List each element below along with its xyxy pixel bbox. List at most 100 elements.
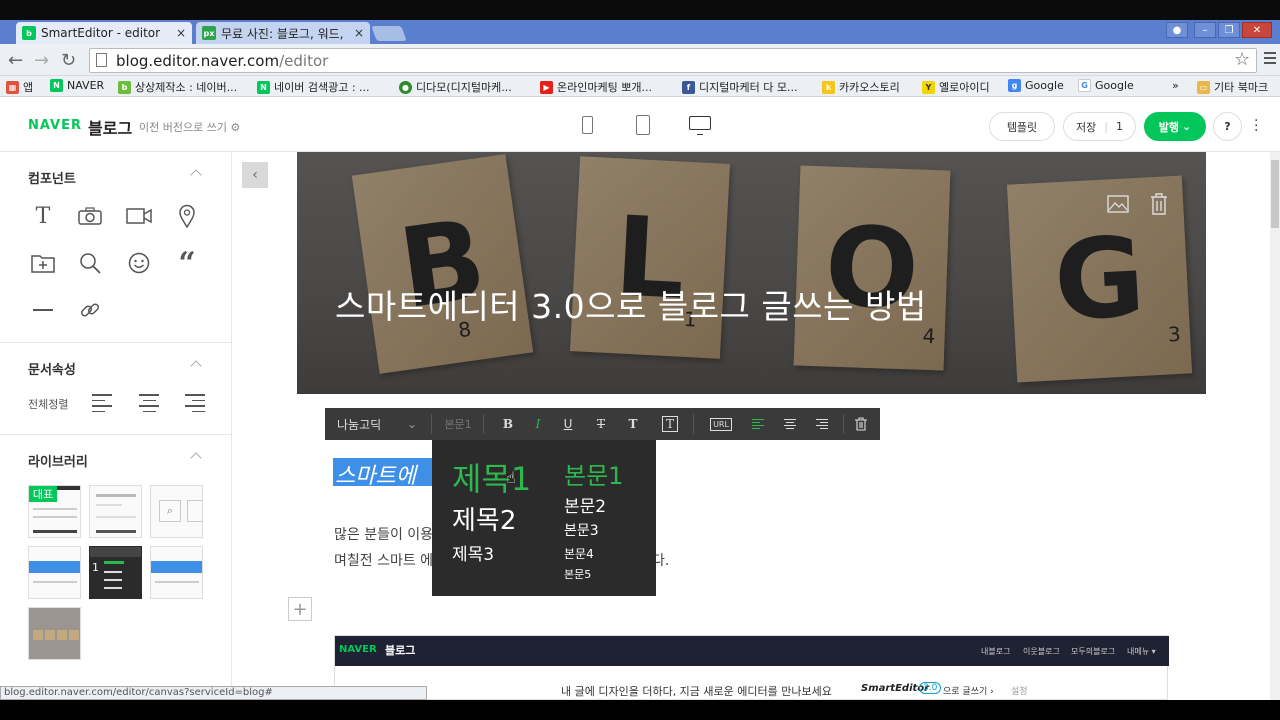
font-color-button[interactable]: T	[622, 408, 644, 440]
bookmark-apps[interactable]: ▦ 앱	[6, 79, 33, 95]
doc-props-title: 문서속성	[28, 363, 76, 378]
template-button[interactable]: 템플릿	[989, 112, 1055, 141]
sidebar-divider	[0, 434, 232, 435]
gear-icon: ⚙	[230, 121, 241, 134]
embedded-image[interactable]: NAVER 블로그 내블로그 이웃블로그 모두의블로그 내메뉴 ▾ 내 글에 디…	[334, 635, 1169, 700]
menu-icon[interactable]	[1264, 52, 1276, 67]
person-icon[interactable]: ●	[1166, 22, 1188, 38]
blog-logo[interactable]: 블로그	[88, 115, 132, 139]
restore-icon[interactable]: ❐	[1218, 22, 1240, 38]
style-option-heading3[interactable]: 제목3	[452, 540, 494, 565]
emoji-icon[interactable]	[124, 248, 154, 278]
mobile-view-icon[interactable]	[582, 116, 593, 134]
style-option-body2[interactable]: 본문2	[564, 492, 606, 517]
blog-icon: b	[118, 80, 131, 94]
prev-version-link[interactable]: 이전 버전으로 쓰기 ⚙	[139, 119, 240, 135]
library-thumbnail[interactable]: ⌕	[150, 485, 203, 538]
tab-strip	[0, 20, 1280, 44]
selected-text[interactable]: 스마트에	[333, 458, 433, 486]
google-icon: g	[1008, 79, 1021, 92]
bookmark-sangsang[interactable]: b 상상제작소 : 네이버...	[118, 79, 237, 95]
bookmark-marketer[interactable]: f 디지털마케터 다 모...	[682, 79, 797, 95]
new-tab-button[interactable]	[371, 26, 407, 41]
link-button[interactable]: URL	[707, 408, 735, 440]
collapse-sidebar-button[interactable]: ‹	[242, 162, 268, 188]
tab-title: 무료 사진: 블로그, 워드,	[221, 26, 344, 41]
image-icon[interactable]	[1107, 195, 1129, 217]
forward-icon[interactable]: →	[34, 50, 49, 71]
close-icon[interactable]: ×	[176, 26, 186, 40]
tablet-view-icon[interactable]	[636, 115, 650, 135]
bookmark-google-1[interactable]: g Google	[1008, 79, 1064, 92]
style-select[interactable]: 본문1	[437, 408, 479, 440]
link-icon[interactable]	[75, 295, 105, 325]
library-thumbnail[interactable]	[150, 546, 203, 599]
video-icon[interactable]	[124, 201, 154, 231]
bookmark-online[interactable]: ▶ 온라인마케팅 뽀개...	[540, 79, 652, 95]
address-bar[interactable]: blog.editor.naver.com/editor	[89, 48, 1257, 73]
bookmark-naver[interactable]: N NAVER	[50, 79, 104, 92]
help-button[interactable]: ?	[1213, 112, 1242, 141]
reload-icon[interactable]: ↻	[61, 50, 76, 71]
align-right-icon[interactable]	[185, 394, 205, 412]
naver-logo[interactable]: NAVER	[28, 118, 82, 133]
quote-icon[interactable]: “	[172, 246, 202, 281]
style-option-heading1[interactable]: 제목1	[452, 454, 531, 500]
location-icon[interactable]	[172, 201, 202, 231]
bookmark-didamo[interactable]: ● 디다모(디지털마케...	[399, 79, 512, 95]
align-right-icon[interactable]	[813, 408, 831, 440]
style-option-heading2[interactable]: 제목2	[452, 500, 516, 537]
publish-button[interactable]: 발행 ⌄	[1144, 112, 1206, 141]
library-thumbnail[interactable]: 대표	[28, 485, 81, 538]
align-center-icon[interactable]	[139, 394, 159, 412]
folder-add-icon[interactable]	[28, 248, 58, 278]
bookmark-searchad[interactable]: N 네이버 검색광고 : ...	[257, 79, 370, 95]
paragraph-2[interactable]: 며칠전 스마트 에	[334, 550, 433, 570]
search-icon[interactable]	[75, 248, 105, 278]
post-title[interactable]: 스마트에디터 3.0으로 블로그 글쓰는 방법	[335, 280, 927, 328]
underline-button[interactable]: U	[557, 408, 579, 440]
font-select[interactable]: 나눔고딕 ⌄	[331, 408, 423, 440]
pc-view-icon[interactable]	[689, 116, 711, 130]
library-thumbnail[interactable]	[89, 485, 142, 538]
close-icon[interactable]: ×	[354, 26, 364, 40]
paragraph-1[interactable]: 많은 분들이 이용	[334, 524, 433, 544]
align-center-icon[interactable]	[781, 408, 799, 440]
save-button[interactable]: 저장 | 1	[1063, 112, 1136, 141]
minimize-icon[interactable]: –	[1194, 22, 1216, 38]
trash-icon[interactable]	[1150, 193, 1168, 219]
trash-icon[interactable]	[852, 408, 870, 440]
library-thumbnail[interactable]	[28, 607, 81, 660]
close-window-icon[interactable]: ✕	[1242, 22, 1272, 38]
align-left-icon[interactable]	[92, 394, 112, 412]
style-option-body3[interactable]: 본문3	[564, 520, 599, 540]
cover-image[interactable]: B8 L1 O4 G3	[297, 152, 1206, 394]
add-component-button[interactable]: +	[288, 597, 312, 621]
library-thumbnail[interactable]	[28, 546, 81, 599]
style-option-body1[interactable]: 본문1	[564, 456, 623, 491]
bookmark-other[interactable]: ▭ 기타 북마크	[1197, 79, 1268, 95]
bold-button[interactable]: B	[497, 408, 519, 440]
bookmark-yellowid[interactable]: Y 옐로아이디	[922, 79, 990, 95]
camera-icon[interactable]	[75, 201, 105, 231]
divider-icon[interactable]	[28, 295, 58, 325]
background-color-button[interactable]: T	[659, 408, 681, 440]
chevron-down-icon: ⌄	[1182, 120, 1192, 133]
back-icon[interactable]: ←	[8, 50, 23, 71]
scrollbar[interactable]	[1270, 152, 1280, 700]
bookmark-google-2[interactable]: G Google	[1078, 79, 1134, 92]
more-icon[interactable]: · · ·	[1254, 114, 1258, 138]
tab-photo[interactable]: px 무료 사진: 블로그, 워드, ×	[196, 22, 370, 44]
star-icon[interactable]: ☆	[1234, 49, 1250, 70]
style-option-body4[interactable]: 본문4	[564, 545, 594, 562]
tab-smarteditor[interactable]: b SmartEditor - editor ×	[16, 22, 192, 44]
library-thumbnail[interactable]: 1	[89, 546, 142, 599]
bookmark-more[interactable]: »	[1172, 79, 1179, 92]
style-option-body5[interactable]: 본문5	[564, 566, 591, 582]
bookmark-kakaostory[interactable]: k 카카오스토리	[822, 79, 900, 95]
embed-cta: 으로 글쓰기 ›	[943, 687, 994, 697]
strike-button[interactable]: T	[590, 408, 612, 440]
italic-button[interactable]: I	[527, 408, 549, 440]
text-icon[interactable]: T	[28, 201, 58, 231]
align-left-icon[interactable]	[749, 408, 767, 440]
